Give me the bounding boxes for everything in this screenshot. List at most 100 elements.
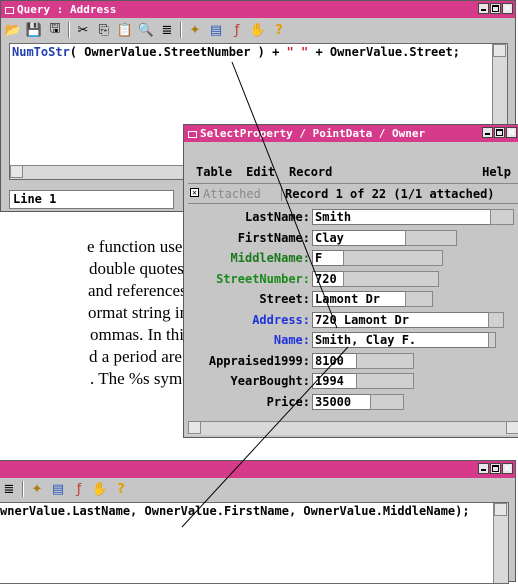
copy-icon[interactable]: ⎘	[96, 22, 112, 38]
prose-line: ormat string in	[88, 303, 189, 322]
wizard-icon[interactable]: ✦	[187, 22, 203, 38]
record-label: Record 1 of 22 (1/1 attached)	[281, 187, 495, 201]
field-row: MiddleName: F	[184, 248, 518, 268]
help-icon[interactable]: ?	[271, 22, 287, 38]
function-icon[interactable]: ƒ	[229, 22, 245, 38]
hand-icon[interactable]: ✋	[92, 481, 108, 497]
property-window-titlebar[interactable]: SelectProperty / PointData / Owner ×	[184, 125, 518, 142]
help-icon[interactable]: ?	[113, 481, 129, 497]
field-value-shadow	[488, 311, 504, 328]
toolbar-divider	[22, 481, 24, 497]
field-value[interactable]: 720 Lamont Dr	[312, 311, 490, 328]
paste-icon[interactable]: 📋	[117, 22, 133, 38]
field-row: Street: Lamont Dr	[184, 289, 518, 309]
field-value[interactable]: Lamont Dr	[312, 291, 407, 307]
field-label: MiddleName:	[230, 251, 310, 265]
maximize-icon[interactable]	[494, 127, 505, 138]
scroll-right-icon[interactable]	[506, 421, 518, 434]
hand-icon[interactable]: ✋	[250, 22, 266, 38]
field-value-shadow	[490, 209, 514, 225]
menu-record[interactable]: Record	[289, 165, 332, 179]
field-value[interactable]: 35000	[312, 393, 372, 410]
scroll-left-icon[interactable]	[10, 165, 23, 178]
query-window-titlebar[interactable]: Query : Address ×	[1, 1, 515, 18]
field-value[interactable]: 720	[312, 270, 345, 287]
field-value[interactable]: 8100	[312, 352, 358, 369]
close-icon[interactable]: ×	[506, 127, 517, 138]
prose-line: ommas. In this	[90, 325, 191, 344]
prose-line: and references	[88, 281, 187, 300]
find-icon[interactable]: 🔍	[138, 22, 154, 38]
minimize-icon[interactable]	[482, 127, 493, 138]
window-menu-icon[interactable]	[188, 130, 197, 138]
field-value-shadow	[405, 291, 433, 307]
toolbar-divider	[68, 22, 70, 38]
field-value[interactable]: Smith, Clay F.	[312, 332, 490, 348]
minimize-icon[interactable]	[478, 3, 489, 14]
field-value[interactable]: F	[312, 250, 345, 266]
field-label: LastName:	[244, 210, 310, 224]
attached-checkbox-icon[interactable]: ✕	[190, 188, 199, 197]
field-value[interactable]: 1994	[312, 373, 358, 389]
prose-line: . The %s sym-	[90, 369, 188, 388]
property-menubar: Table Edit Record Help	[196, 165, 511, 179]
menu-edit[interactable]: Edit	[246, 165, 289, 179]
field-label: Address:	[252, 312, 310, 327]
field-row: Name: Smith, Clay F.	[184, 330, 518, 350]
scroll-up-icon[interactable]	[494, 503, 507, 516]
prose-line: e function uses	[87, 237, 189, 256]
toolbar-divider	[180, 22, 182, 38]
field-row: StreetNumber: 720	[184, 269, 518, 289]
field-label: Name:	[273, 333, 310, 347]
field-value[interactable]: Smith	[312, 209, 492, 225]
field-label: FirstName:	[237, 230, 310, 245]
scroll-up-icon[interactable]	[493, 44, 506, 57]
maximize-icon[interactable]	[490, 463, 501, 474]
field-value-shadow	[356, 373, 414, 389]
field-list-icon[interactable]: ▤	[208, 22, 224, 38]
scroll-left-icon[interactable]	[188, 421, 201, 434]
property-window-title: SelectProperty / PointData / Owner	[200, 127, 426, 140]
line-status: Line 1	[9, 190, 174, 209]
prose-line: double quotes)	[89, 259, 190, 278]
save-icon[interactable]: 💾	[26, 22, 42, 38]
insert-field-icon[interactable]: ≣	[159, 22, 175, 38]
field-row: Price: 35000	[184, 392, 518, 412]
query-code-line: NumToStr( OwnerValue.StreetNumber ) + " …	[12, 45, 460, 59]
field-value-shadow	[488, 332, 496, 348]
name-query-window: × ≣ ✦ ▤ ƒ ✋ ? wnerValue.LastName, OwnerV…	[0, 460, 516, 584]
function-icon[interactable]: ƒ	[71, 481, 87, 497]
field-value[interactable]: Clay	[312, 229, 407, 246]
field-row: Appraised1999: 8100	[184, 351, 518, 371]
query-window-title: Query : Address	[17, 3, 117, 16]
menu-table[interactable]: Table	[196, 165, 246, 179]
name-query-editor[interactable]: wnerValue.LastName, OwnerValue.FirstName…	[0, 502, 509, 584]
field-value-shadow	[343, 250, 443, 266]
save-as-icon[interactable]: 🖫	[47, 21, 63, 38]
field-list-icon[interactable]: ▤	[50, 481, 66, 497]
close-icon[interactable]: ×	[502, 3, 513, 14]
minimize-icon[interactable]	[478, 463, 489, 474]
open-icon[interactable]: 📂	[5, 22, 21, 38]
window-menu-icon[interactable]	[5, 6, 14, 14]
wizard-icon[interactable]: ✦	[29, 481, 45, 497]
name-query-titlebar[interactable]: ×	[0, 461, 515, 478]
name-query-code-line: wnerValue.LastName, OwnerValue.FirstName…	[0, 504, 470, 518]
field-value-shadow	[405, 229, 457, 246]
maximize-icon[interactable]	[490, 3, 501, 14]
editor-vertical-scrollbar[interactable]	[493, 503, 508, 583]
close-icon[interactable]: ×	[502, 463, 513, 474]
field-value-shadow	[370, 393, 404, 410]
cut-icon[interactable]: ✂	[75, 22, 91, 38]
query-toolbar: 📂 💾 🖫 ✂ ⎘ 📋 🔍 ≣ ✦ ▤ ƒ ✋ ?	[5, 21, 287, 38]
form-horizontal-scrollbar[interactable]	[188, 421, 518, 435]
field-value-shadow	[356, 352, 414, 369]
insert-field-icon[interactable]: ≣	[1, 481, 17, 497]
attached-label[interactable]: Attached	[203, 187, 261, 201]
field-label: Street:	[259, 292, 310, 306]
field-row: FirstName: Clay	[184, 228, 518, 248]
code-function: NumToStr	[12, 45, 70, 59]
menu-help[interactable]: Help	[482, 165, 511, 179]
field-label: Appraised1999:	[208, 353, 310, 368]
field-label: StreetNumber:	[216, 271, 310, 286]
